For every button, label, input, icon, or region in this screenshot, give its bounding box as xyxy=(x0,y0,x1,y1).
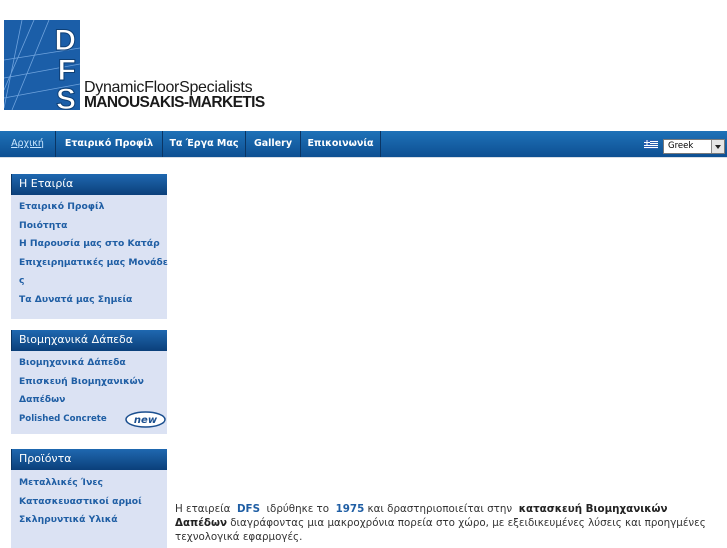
logo-company-name: MANOUSAKIS-MARKETIS xyxy=(84,94,265,111)
sidebar-link-hardeners[interactable]: Σκληρυντικά Υλικά xyxy=(11,511,167,530)
sidebar-link-company-profile[interactable]: Εταιρικό Προφίλ xyxy=(11,198,167,217)
sidebar-link-quality[interactable]: Ποιότητα xyxy=(11,217,167,236)
intro-year: 1975 xyxy=(335,503,365,515)
sidebar-link-construction-joints[interactable]: Κατασκευαστικοί αρμοί xyxy=(11,493,167,512)
intro-text-2: ιδρύθηκε το xyxy=(266,503,330,515)
language-value: Greek xyxy=(668,141,694,151)
sidebar-floors-box: Βιομηχανικά Δάπεδα Βιομηχανικά Δάπεδα Επ… xyxy=(11,330,167,434)
intro-text-4: διαγράφοντας μια μακροχρόνια πορεία στο … xyxy=(175,517,706,543)
chevron-down-icon[interactable] xyxy=(711,140,724,153)
sidebar-company-title: Η Εταιρία xyxy=(11,174,167,195)
language-select[interactable]: Greek xyxy=(663,139,725,154)
nav-gallery[interactable]: Gallery xyxy=(246,131,301,157)
nav-home[interactable]: Αρχική xyxy=(0,131,56,157)
nav-our-projects[interactable]: Τα Έργα Μας xyxy=(163,131,246,157)
svg-text:D: D xyxy=(54,24,76,57)
sidebar-link-floor-repair-wrap[interactable]: Δαπέδων xyxy=(11,391,167,410)
intro-text-1: Η εταιρεία xyxy=(175,503,231,515)
main-nav: Αρχική Εταιρικό Προφίλ Τα Έργα Μας Galle… xyxy=(0,131,727,158)
sidebar-company-box: Η Εταιρία Εταιρικό Προφίλ Ποιότητα Η Παρ… xyxy=(11,174,168,319)
sidebar-products-box: Προϊόντα Μεταλλικές Ίνες Κατασκευαστικοί… xyxy=(11,449,167,548)
sidebar-link-metal-fibers[interactable]: Μεταλλικές Ίνες xyxy=(11,474,167,493)
sidebar-link-business-units-wrap[interactable]: ς xyxy=(11,272,167,291)
sidebar-floors-title: Βιομηχανικά Δάπεδα xyxy=(11,330,167,351)
company-logo[interactable]: D F S DynamicFloorSpecialists MANOUSAKIS… xyxy=(4,20,266,112)
intro-paragraph: Η εταιρεία DFS ιδρύθηκε το 1975 και δρασ… xyxy=(175,502,720,544)
sidebar-link-floor-repair[interactable]: Επισκευή Βιομηχανικών xyxy=(11,373,167,392)
greek-flag-icon xyxy=(644,140,658,149)
new-badge-icon: new xyxy=(125,411,166,428)
sidebar-link-industrial-floors[interactable]: Βιομηχανικά Δάπεδα xyxy=(11,354,167,373)
sidebar-link-qatar[interactable]: Η Παρουσία μας στο Κατάρ xyxy=(11,235,167,254)
nav-company-profile[interactable]: Εταιρικό Προφίλ xyxy=(56,131,163,157)
dfs-logo-mark: D F S xyxy=(4,20,80,110)
intro-company-name: DFS xyxy=(236,503,260,515)
sidebar-link-strengths[interactable]: Τα Δυνατά μας Σημεία xyxy=(11,291,167,310)
svg-text:S: S xyxy=(56,83,76,110)
sidebar-link-business-units[interactable]: Επιχειρηματικές μας Μονάδε xyxy=(11,254,168,273)
sidebar-products-title: Προϊόντα xyxy=(11,449,167,470)
svg-text:new: new xyxy=(134,415,158,426)
nav-contact[interactable]: Επικοινωνία xyxy=(301,131,381,157)
intro-text-3: και δραστηριοποιείται στην xyxy=(367,503,513,515)
content-divider xyxy=(0,157,727,158)
